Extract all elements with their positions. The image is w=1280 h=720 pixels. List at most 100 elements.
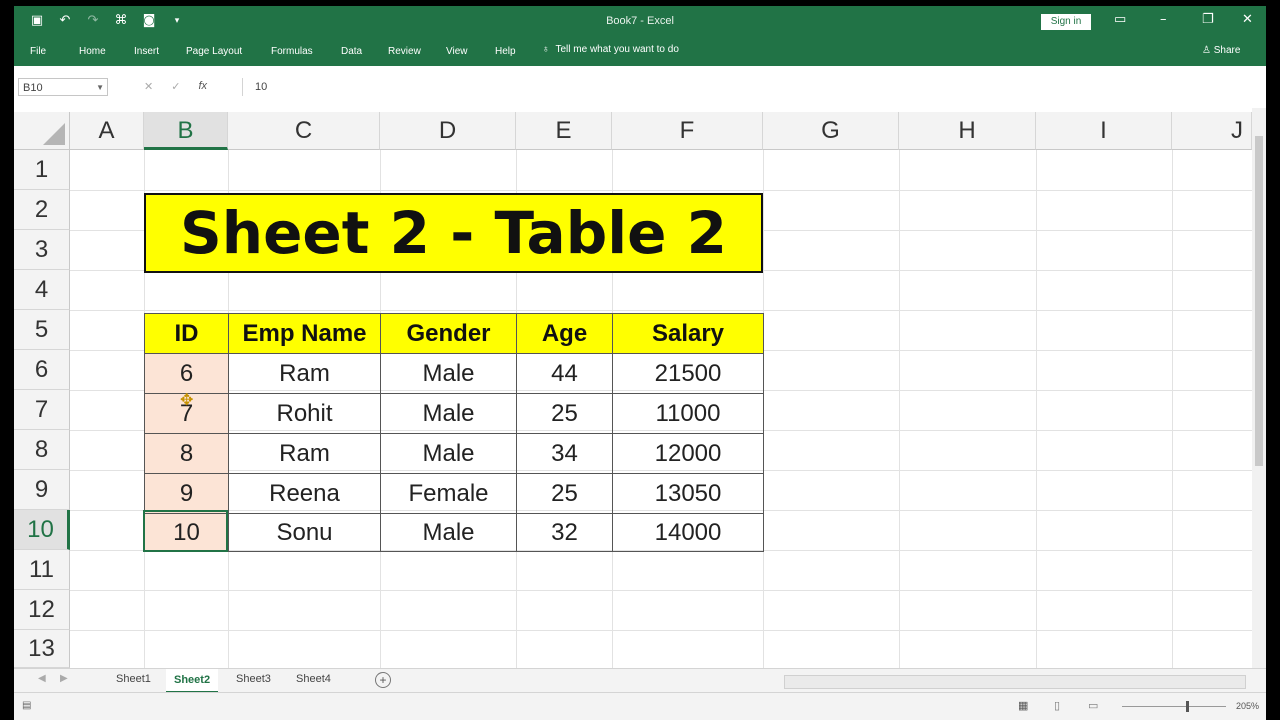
cell-emp-name[interactable]: Reena [229,474,381,514]
cell-salary[interactable]: 13050 [613,474,764,514]
row-header-11[interactable]: 11 [14,550,70,590]
tab-data[interactable]: Data [341,46,362,57]
cell-age[interactable]: 25 [517,394,613,434]
row-header-13[interactable]: 13 [14,630,70,668]
column-header-e[interactable]: E [516,112,612,150]
cell-id[interactable]: 6 [145,354,229,394]
table-title-banner[interactable]: Sheet 2 - Table 2 [144,193,763,273]
formula-bar: B10 ▼ ✕ ✓ fx 10 [14,66,1266,109]
row-header-2[interactable]: 2 [14,190,70,230]
cell-gender[interactable]: Male [381,514,517,552]
row-header-12[interactable]: 12 [14,590,70,630]
sheet-tab-sheet3[interactable]: Sheet3 [236,673,271,685]
sheet-tab-sheet4[interactable]: Sheet4 [296,673,331,685]
row-header-6[interactable]: 6 [14,350,70,390]
tab-view[interactable]: View [446,46,468,57]
column-header-g[interactable]: G [763,112,899,150]
tab-formulas[interactable]: Formulas [271,46,313,57]
cell-age[interactable]: 32 [517,514,613,552]
tell-me-label: Tell me what you want to do [555,44,679,55]
person-icon: ♙ [1202,45,1211,56]
enter-icon[interactable]: ✓ [171,80,180,93]
sheet-tab-sheet1[interactable]: Sheet1 [116,673,151,685]
row-header-1[interactable]: 1 [14,150,70,190]
header-gender[interactable]: Gender [381,314,517,354]
excel-window: ▣ ↶ ↷ ⌘ ◙ ▾ Book7 - Excel Sign in ▭ – ❐ … [14,6,1266,720]
scroll-right-icon[interactable]: ▶ [60,673,68,684]
cell-emp-name[interactable]: Ram [229,434,381,474]
column-header-c[interactable]: C [228,112,380,150]
row-header-7[interactable]: 7 [14,390,70,430]
page-break-view-icon[interactable]: ▭ [1088,699,1098,712]
row-header-5[interactable]: 5 [14,310,70,350]
cell-emp-name[interactable]: Rohit [229,394,381,434]
normal-view-icon[interactable]: ▦ [1018,699,1028,712]
column-header-h[interactable]: H [899,112,1036,150]
share-button[interactable]: ♙ Share [1202,45,1240,56]
vertical-scroll-thumb[interactable] [1255,136,1263,466]
scroll-left-icon[interactable]: ◀ [38,673,46,684]
column-header-i[interactable]: I [1036,112,1172,150]
cell-salary[interactable]: 21500 [613,354,764,394]
horizontal-scrollbar[interactable] [784,675,1246,689]
sheet-tab-sheet2[interactable]: Sheet2 [166,669,219,693]
cell-age[interactable]: 25 [517,474,613,514]
name-box[interactable]: B10 ▼ [18,78,108,96]
add-sheet-icon[interactable]: + [375,672,391,688]
header-emp-name[interactable]: Emp Name [229,314,381,354]
close-icon[interactable]: ✕ [1242,12,1253,27]
lightbulb-icon: ♁ [542,44,550,55]
row-header-8[interactable]: 8 [14,430,70,470]
name-box-value: B10 [23,82,43,94]
insert-function-icon[interactable]: fx [198,80,207,93]
tab-help[interactable]: Help [495,46,516,57]
row-header-4[interactable]: 4 [14,270,70,310]
column-header-d[interactable]: D [380,112,516,150]
cell-gender[interactable]: Male [381,394,517,434]
cell-emp-name[interactable]: Sonu [229,514,381,552]
cell-age[interactable]: 34 [517,434,613,474]
cell-salary[interactable]: 12000 [613,434,764,474]
macro-recorder-icon[interactable]: ▤ [22,700,31,711]
cell-gender[interactable]: Male [381,434,517,474]
zoom-slider-handle[interactable] [1186,701,1189,712]
row-header-3[interactable]: 3 [14,230,70,270]
row-header-10[interactable]: 10 [14,510,70,550]
gridline [70,310,1252,311]
row-header-9[interactable]: 9 [14,470,70,510]
column-header-j[interactable]: J [1172,112,1252,150]
minimize-icon[interactable]: – [1160,12,1167,27]
column-header-f[interactable]: F [612,112,763,150]
cancel-icon[interactable]: ✕ [144,80,153,93]
cell-emp-name[interactable]: Ram [229,354,381,394]
page-layout-view-icon[interactable]: ▯ [1054,699,1060,712]
cell-id[interactable]: 9 [145,474,229,514]
tab-review[interactable]: Review [388,46,421,57]
header-age[interactable]: Age [517,314,613,354]
tab-file[interactable]: File [30,46,46,57]
header-id[interactable]: ID [145,314,229,354]
cell-id[interactable]: 8 [145,434,229,474]
ribbon-display-icon[interactable]: ▭ [1114,12,1126,27]
cell-salary[interactable]: 14000 [613,514,764,552]
tab-home[interactable]: Home [79,46,106,57]
column-header-b[interactable]: B [144,112,228,150]
select-all-button[interactable] [14,112,70,150]
tell-me-search[interactable]: ♁ Tell me what you want to do [542,44,679,55]
column-header-a[interactable]: A [70,112,144,150]
zoom-level[interactable]: 205% [1236,701,1259,711]
worksheet-grid[interactable]: A B C D E F G H I J 1 2 3 4 5 6 7 8 9 10… [14,108,1252,668]
chevron-down-icon[interactable]: ▼ [96,79,104,97]
sign-in-button[interactable]: Sign in [1041,14,1091,30]
header-salary[interactable]: Salary [613,314,764,354]
cell-age[interactable]: 44 [517,354,613,394]
tab-insert[interactable]: Insert [134,46,159,57]
cell-gender[interactable]: Female [381,474,517,514]
vertical-scrollbar[interactable] [1252,108,1266,668]
restore-icon[interactable]: ❐ [1202,12,1214,27]
cell-salary[interactable]: 11000 [613,394,764,434]
formula-input[interactable]: 10 [242,78,1262,96]
cell-gender[interactable]: Male [381,354,517,394]
tab-page-layout[interactable]: Page Layout [186,46,242,57]
zoom-slider[interactable] [1122,706,1226,707]
